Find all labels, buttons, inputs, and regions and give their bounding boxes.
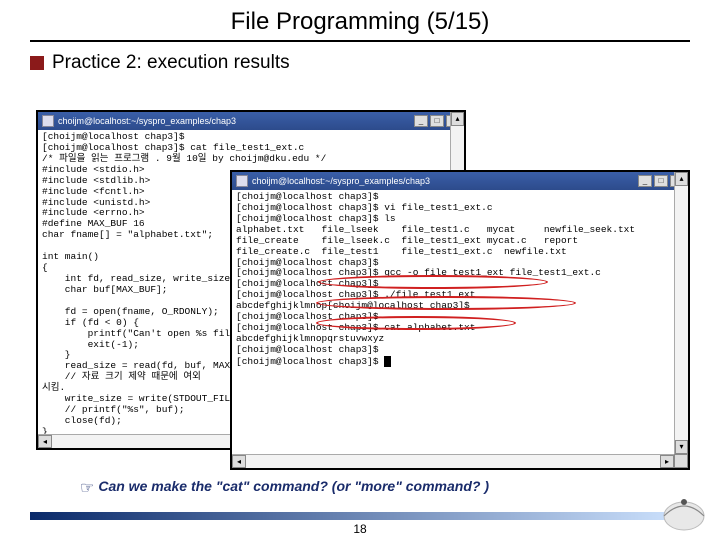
minimize-button[interactable]: _ [638,175,652,187]
annotation-oval [316,316,516,330]
scroll-left-button[interactable]: ◂ [232,455,246,468]
scroll-track[interactable] [675,186,688,440]
scroll-left-button[interactable]: ◂ [38,435,52,448]
annotation-oval [316,296,576,310]
window-title-back: choijm@localhost:~/syspro_examples/chap3 [58,116,414,126]
bullet-icon [30,56,44,70]
scroll-up-button[interactable]: ▴ [675,172,688,186]
scroll-down-button[interactable]: ▾ [675,440,688,454]
scroll-up-button[interactable]: ▴ [451,112,464,126]
title-rule [30,40,690,42]
bullet-row: Practice 2: execution results [30,52,720,74]
window-icon [236,175,248,187]
maximize-button[interactable]: □ [654,175,668,187]
minimize-button[interactable]: _ [414,115,428,127]
window-title-front: choijm@localhost:~/syspro_examples/chap3 [252,176,638,186]
pointer-text: Can we make the "cat" command? (or "more… [98,478,489,494]
slide-title: File Programming (5/15) [0,0,720,40]
pointer-icon: ☞ [80,478,94,498]
text-cursor [384,356,391,367]
bullet-text: Practice 2: execution results [52,52,290,74]
annotation-oval [318,275,548,289]
scrollbar-vertical[interactable]: ▴ ▾ [674,172,688,454]
pointer-row: ☞ Can we make the "cat" command? (or "mo… [80,478,489,498]
page-number: 18 [0,522,720,536]
window-corner [674,454,688,468]
footer-bar [30,512,690,520]
titlebar-front[interactable]: choijm@localhost:~/syspro_examples/chap3… [232,172,688,190]
maximize-button[interactable]: □ [430,115,444,127]
scrollbar-horizontal[interactable]: ◂ ▸ [232,454,674,468]
scroll-right-button[interactable]: ▸ [660,455,674,468]
org-logo-icon [658,494,710,534]
window-icon [42,115,54,127]
scroll-track-h[interactable] [246,455,660,468]
titlebar-back[interactable]: choijm@localhost:~/syspro_examples/chap3… [38,112,464,130]
